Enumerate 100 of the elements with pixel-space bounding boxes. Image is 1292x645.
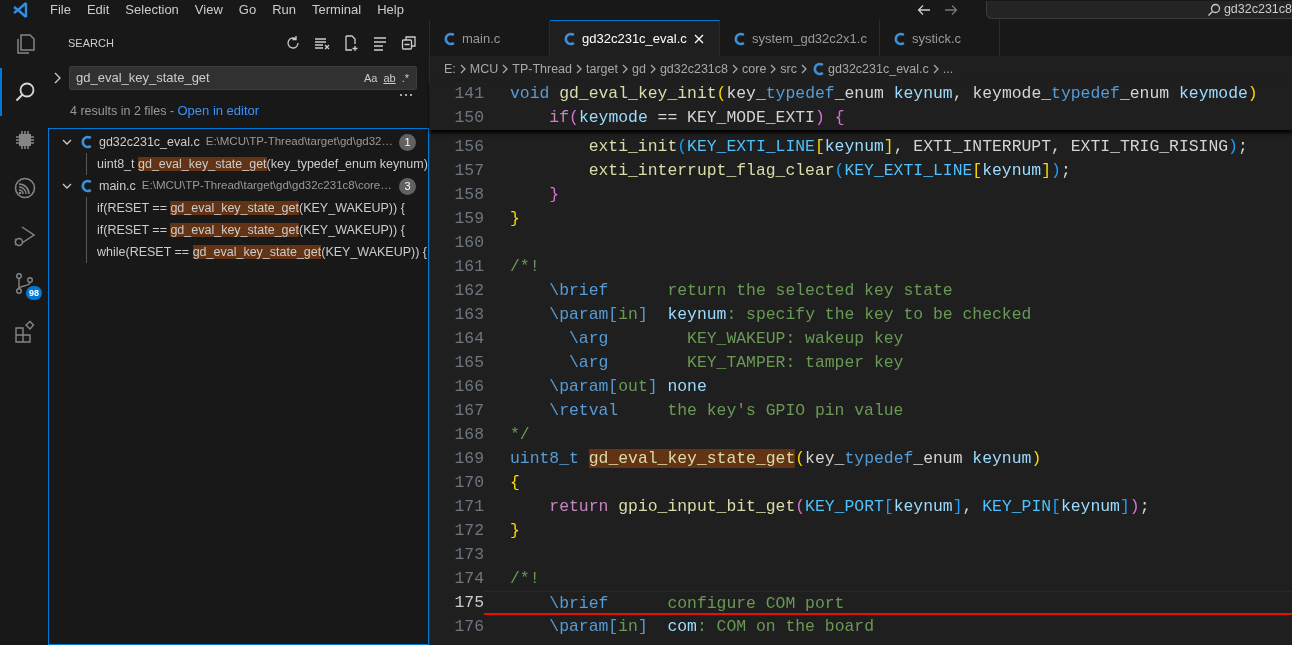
search-result-line[interactable]: if(RESET == gd_eval_key_state_get(KEY_WAKEUP)) { — [86, 219, 405, 241]
run-debug-icon — [13, 224, 37, 248]
breadcrumb-item[interactable]: target — [586, 59, 618, 79]
line-number: 170 — [453, 472, 484, 494]
activity-bar-button[interactable]: 98 — [0, 260, 48, 308]
code-line: if(keymode == KEY_MODE_EXTI) { — [548, 107, 846, 129]
breadcrumb-item[interactable]: TP-Thread — [512, 59, 573, 79]
search-option[interactable]: .* — [398, 69, 412, 87]
code-line: \param[in] com: COM on the board — [548, 616, 875, 638]
editor-tab[interactable]: gd32c231c_eval.c — [550, 20, 720, 56]
line-number: 174 — [453, 568, 484, 590]
line-number: 173 — [453, 544, 484, 566]
chip-icon — [13, 128, 37, 152]
c-file-icon — [811, 61, 826, 77]
menu-item[interactable]: Run — [264, 2, 304, 18]
code-line: } — [509, 520, 521, 542]
line-number: 159 — [453, 208, 484, 230]
breadcrumb-item[interactable]: src — [780, 59, 798, 79]
code-line: \arg KEY_TAMPER: tamper key — [568, 352, 905, 374]
breadcrumb-item[interactable]: MCU — [469, 59, 499, 79]
breadcrumb-item[interactable]: gd32c231c8 — [659, 59, 729, 79]
search-result-file[interactable]: main.c E:\MCU\TP-Thread\target\gd\gd32c231c8\core… 3 — [49, 175, 428, 197]
lines-icon[interactable] — [372, 35, 388, 51]
chevron-right-icon — [648, 64, 657, 74]
file-name: gd32c231c_eval.c — [98, 133, 200, 151]
line-number: 167 — [453, 400, 484, 422]
code-line: { — [509, 472, 521, 494]
menu-item[interactable]: File — [42, 2, 79, 18]
code-line: exti_interrupt_flag_clear(KEY_EXTI_LINE[keynum]); — [587, 160, 1072, 182]
line-number: 166 — [453, 376, 484, 398]
breadcrumb-item[interactable]: ... — [942, 59, 954, 79]
code-line: } — [509, 208, 521, 230]
line-number: 175 — [453, 592, 484, 614]
chevron-right-icon — [731, 64, 740, 74]
menu-item[interactable]: Selection — [117, 2, 187, 18]
code-line: /*! — [509, 256, 541, 278]
open-in-editor-link[interactable]: Open in editor — [177, 101, 260, 121]
menu-item[interactable]: Terminal — [304, 2, 370, 18]
search-icon — [1206, 2, 1221, 17]
search-result-line[interactable]: uint8_t gd_eval_key_state_get(key_typedef_enum keynum) — [86, 153, 428, 175]
more-icon[interactable] — [399, 92, 413, 98]
line-number: 158 — [453, 184, 484, 206]
c-file-icon — [562, 30, 576, 47]
c-file-icon — [442, 30, 456, 47]
line-number: 165 — [453, 352, 484, 374]
code-line: exti_init(KEY_EXTI_LINE[keynum], EXTI_INTERRUPT, EXTI_TRIG_RISING); — [587, 136, 1249, 158]
file-path: E:\MCU\TP-Thread\target\gd\gd32c231c8\core… — [141, 178, 392, 194]
chevron-right-icon — [769, 64, 778, 74]
search-option[interactable]: Aa — [360, 69, 381, 87]
menu-item[interactable]: View — [186, 2, 231, 18]
clear-results-icon[interactable] — [314, 35, 330, 51]
search-field[interactable]: gd_eval_key_state_get Aa ab .* — [69, 66, 417, 90]
match-count: 1 — [399, 133, 416, 151]
code-line: */ — [509, 424, 531, 446]
line-number: 150 — [453, 107, 484, 129]
line-number: 160 — [453, 232, 484, 254]
new-file-icon[interactable] — [343, 35, 359, 51]
breadcrumb-item[interactable]: gd32c231c_eval.c — [828, 59, 929, 79]
match-count: 3 — [399, 177, 416, 195]
sidebar-title: SEARCH — [68, 35, 114, 51]
command-center-search[interactable]: gd32c231c8 — [986, 1, 1292, 19]
code-line: return gpio_input_bit_get(KEY_PORT[keynum], KEY_PIN[keynum]); — [548, 496, 1151, 518]
search-result-file[interactable]: gd32c231c_eval.c E:\MCU\TP-Thread\target\gd\gd32… 1 — [49, 131, 428, 153]
extensions-icon — [13, 320, 37, 344]
forward-arrow-icon[interactable] — [944, 4, 958, 16]
code-line: /*! — [509, 568, 541, 590]
line-number: 172 — [453, 520, 484, 542]
search-option[interactable]: ab — [380, 69, 399, 87]
code-line: \arg KEY_WAKEUP: wakeup key — [568, 328, 905, 350]
breadcrumb-item[interactable]: core — [742, 59, 767, 79]
line-number: 156 — [453, 136, 484, 158]
line-number: 161 — [453, 256, 484, 278]
search-result-line[interactable]: if(RESET == gd_eval_key_state_get(KEY_WAKEUP)) { — [86, 197, 405, 219]
collapse-all-icon[interactable] — [401, 35, 417, 51]
file-name: main.c — [99, 177, 136, 195]
breadcrumb-item[interactable]: gd — [632, 59, 646, 79]
c-file-icon — [892, 30, 906, 47]
chevron-right-icon — [458, 64, 467, 74]
menu-item[interactable]: Go — [230, 2, 265, 18]
code-line: \param[out] none — [548, 376, 708, 398]
chevron-right-icon — [621, 64, 629, 74]
file-path: E:\MCU\TP-Thread\target\gd\gd32… — [205, 134, 393, 150]
c-file-icon — [732, 30, 746, 47]
code-line: \retval the key's GPIO pin value — [548, 400, 905, 422]
line-number: 141 — [453, 83, 484, 105]
c-file-icon — [79, 178, 93, 194]
breadcrumb-item[interactable]: E: — [444, 59, 456, 79]
code-line: \param[in] keynum: specify the key to be checked — [548, 304, 1033, 326]
refresh-icon[interactable] — [285, 35, 301, 51]
line-number: 176 — [453, 616, 484, 638]
back-arrow-icon[interactable] — [917, 4, 931, 16]
line-number: 163 — [453, 304, 484, 326]
code-line: uint8_t gd_eval_key_state_get(key_typedef_enum keynum) — [509, 448, 1043, 470]
close-icon[interactable] — [692, 32, 705, 45]
count-badge: 98 — [26, 286, 42, 300]
search-icon — [13, 80, 37, 104]
menu-item[interactable]: Edit — [78, 2, 118, 18]
search-result-line[interactable]: while(RESET == gd_eval_key_state_get(KEY_WAKEUP)) { — [86, 241, 428, 263]
results-summary: 4 results in 2 files - — [70, 102, 175, 120]
menu-item[interactable]: Help — [369, 2, 412, 18]
